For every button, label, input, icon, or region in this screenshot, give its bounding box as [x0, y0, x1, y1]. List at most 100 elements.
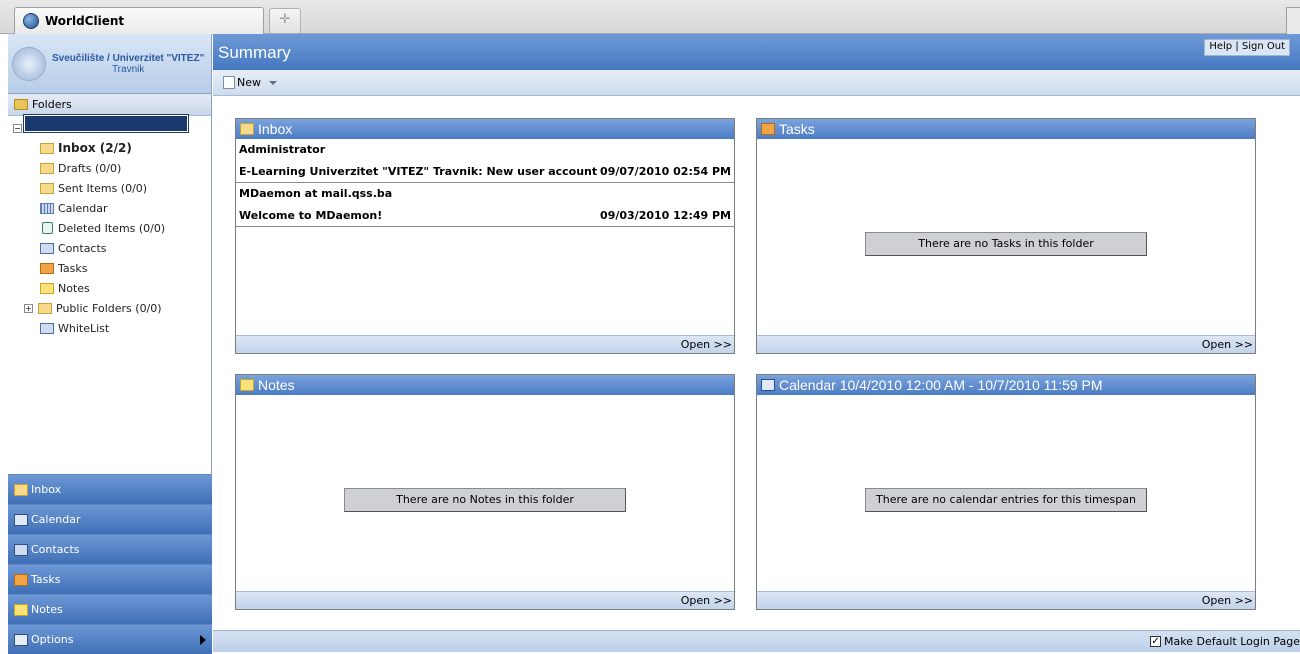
message-date: 09/03/2010 12:49 PM: [600, 209, 731, 222]
notes-open-link[interactable]: Open >>: [681, 594, 732, 607]
university-name: Sveučilište / Univerzitet "VITEZ" Travni…: [52, 53, 204, 75]
tasks-panel: Tasks There are no Tasks in this folder …: [756, 118, 1256, 354]
folder-item-deleted-items[interactable]: Deleted Items (0/0): [8, 218, 211, 238]
notes-empty-message: There are no Notes in this folder: [344, 488, 626, 512]
nav-label: Calendar: [31, 513, 81, 526]
nav-label: Contacts: [31, 543, 80, 556]
calendar-icon: [40, 202, 54, 214]
folder-tree: − Inbox (2/2) Drafts (0/0) Sent Items (0…: [8, 115, 211, 338]
summary-content: Inbox Administrator E-Learning Univerzit…: [213, 96, 1300, 630]
folder-item-label: Deleted Items (0/0): [58, 221, 166, 235]
default-login-option[interactable]: ✓ Make Default Login Page: [1150, 635, 1300, 648]
envelope-icon: [14, 483, 28, 496]
envelope-icon: [40, 182, 54, 194]
collapse-icon[interactable]: −: [13, 124, 22, 133]
message-item[interactable]: Administrator E-Learning Univerzitet "VI…: [236, 139, 734, 183]
nav-label: Inbox: [31, 483, 62, 496]
folder-item-sent-items[interactable]: Sent Items (0/0): [8, 178, 211, 198]
university-name-line1: Sveučilište / Univerzitet "VITEZ": [52, 52, 205, 64]
new-button[interactable]: New: [223, 76, 277, 89]
browser-tab-bar: WorldClient ✛: [0, 0, 1300, 34]
address-book-icon: [40, 242, 54, 254]
status-bar: ✓ Make Default Login Page: [213, 630, 1300, 652]
default-login-label: Make Default Login Page: [1164, 635, 1300, 648]
inbox-panel-title: Inbox: [258, 121, 293, 137]
notes-panel: Notes There are no Notes in this folder …: [235, 374, 735, 610]
calendar-icon: [14, 513, 28, 526]
calendar-panel-footer: Open >>: [757, 591, 1255, 609]
tasks-open-link[interactable]: Open >>: [1202, 338, 1253, 351]
envelope-icon: [38, 302, 52, 314]
sign-out-link[interactable]: Sign Out: [1242, 41, 1285, 52]
university-name-line2: Travnik: [111, 63, 145, 75]
nav-contacts-button[interactable]: Contacts: [8, 534, 212, 564]
folder-item-tasks[interactable]: Tasks: [8, 258, 211, 278]
inbox-panel-footer: Open >>: [236, 335, 734, 353]
nav-label: Options: [31, 633, 74, 646]
message-item[interactable]: MDaemon at mail.qss.ba Welcome to MDaemo…: [236, 183, 734, 227]
message-sender: MDaemon at mail.qss.ba: [239, 187, 393, 200]
nav-notes-button[interactable]: Notes: [8, 594, 212, 624]
tasks-empty-message: There are no Tasks in this folder: [865, 232, 1147, 256]
browser-tab-title: WorldClient: [45, 14, 125, 28]
folder-item-label: Notes: [58, 281, 90, 295]
folder-item-label: Inbox (2/2): [58, 141, 132, 155]
nav-tasks-button[interactable]: Tasks: [8, 564, 212, 594]
note-icon: [14, 603, 28, 616]
notes-panel-header: Notes: [236, 375, 734, 395]
link-separator: |: [1235, 41, 1239, 52]
chevron-down-icon[interactable]: [269, 80, 277, 85]
folder-item-contacts[interactable]: Contacts: [8, 238, 211, 258]
message-sender: Administrator: [239, 143, 326, 156]
folder-item-inbox[interactable]: Inbox (2/2): [8, 138, 211, 158]
expand-icon[interactable]: +: [24, 303, 33, 313]
top-links: Help | Sign Out: [1204, 39, 1290, 56]
nav-options-button[interactable]: Options: [8, 624, 212, 654]
message-list: Administrator E-Learning Univerzitet "VI…: [236, 139, 734, 227]
notes-panel-title: Notes: [258, 377, 295, 393]
calendar-panel-title: Calendar 10/4/2010 12:00 AM - 10/7/2010 …: [779, 377, 1103, 393]
new-tab-button[interactable]: ✛: [269, 8, 301, 33]
message-subject-row[interactable]: Welcome to MDaemon! 09/03/2010 12:49 PM: [236, 205, 734, 227]
calendar-panel-header: Calendar 10/4/2010 12:00 AM - 10/7/2010 …: [757, 375, 1255, 395]
nav-label: Notes: [31, 603, 63, 616]
envelope-icon: [40, 162, 54, 174]
folder-item-whitelist[interactable]: WhiteList: [8, 318, 211, 338]
default-login-checkbox[interactable]: ✓: [1150, 636, 1162, 647]
folder-item-drafts[interactable]: Drafts (0/0): [8, 158, 211, 178]
folder-item-label: Sent Items (0/0): [58, 181, 148, 195]
note-icon: [240, 379, 254, 391]
folder-item-label: Drafts (0/0): [58, 161, 122, 175]
message-subject: Welcome to MDaemon!: [239, 209, 383, 222]
browser-tab-worldclient[interactable]: WorldClient: [14, 7, 264, 34]
folder-item-label: Calendar: [58, 201, 108, 215]
address-book-icon: [40, 322, 54, 334]
selected-account-node[interactable]: [24, 115, 188, 132]
calendar-panel: Calendar 10/4/2010 12:00 AM - 10/7/2010 …: [756, 374, 1256, 610]
nav-inbox-button[interactable]: Inbox: [8, 474, 212, 504]
inbox-panel-header: Inbox: [236, 119, 734, 139]
envelope-icon: [40, 142, 54, 154]
nav-label: Tasks: [31, 573, 61, 586]
module-nav: Inbox Calendar Contacts Tasks Notes Opti…: [8, 474, 212, 654]
plus-icon: ✛: [279, 12, 291, 27]
calendar-open-link[interactable]: Open >>: [1202, 594, 1253, 607]
tasks-icon: [761, 123, 775, 135]
folder-item-public-folders[interactable]: + Public Folders (0/0): [8, 298, 211, 318]
tasks-panel-title: Tasks: [779, 121, 815, 137]
university-seal-logo: [12, 46, 46, 81]
inbox-open-link[interactable]: Open >>: [681, 338, 732, 351]
folder-tree-root[interactable]: −: [8, 115, 211, 138]
new-document-icon: [223, 76, 235, 89]
page-title: Summary: [218, 43, 291, 62]
folder-item-notes[interactable]: Notes: [8, 278, 211, 298]
message-subject-row[interactable]: E-Learning Univerzitet "VITEZ" Travnik: …: [236, 161, 734, 183]
nav-calendar-button[interactable]: Calendar: [8, 504, 212, 534]
calendar-icon: [761, 379, 775, 391]
help-link[interactable]: Help: [1209, 41, 1232, 52]
folder-item-label: WhiteList: [58, 321, 110, 335]
university-logo-bar: Sveučilište / Univerzitet "VITEZ" Travni…: [8, 34, 211, 94]
folders-header-label: Folders: [32, 98, 72, 111]
folder-item-calendar[interactable]: Calendar: [8, 198, 211, 218]
browser-tab-overflow[interactable]: [1286, 7, 1300, 34]
